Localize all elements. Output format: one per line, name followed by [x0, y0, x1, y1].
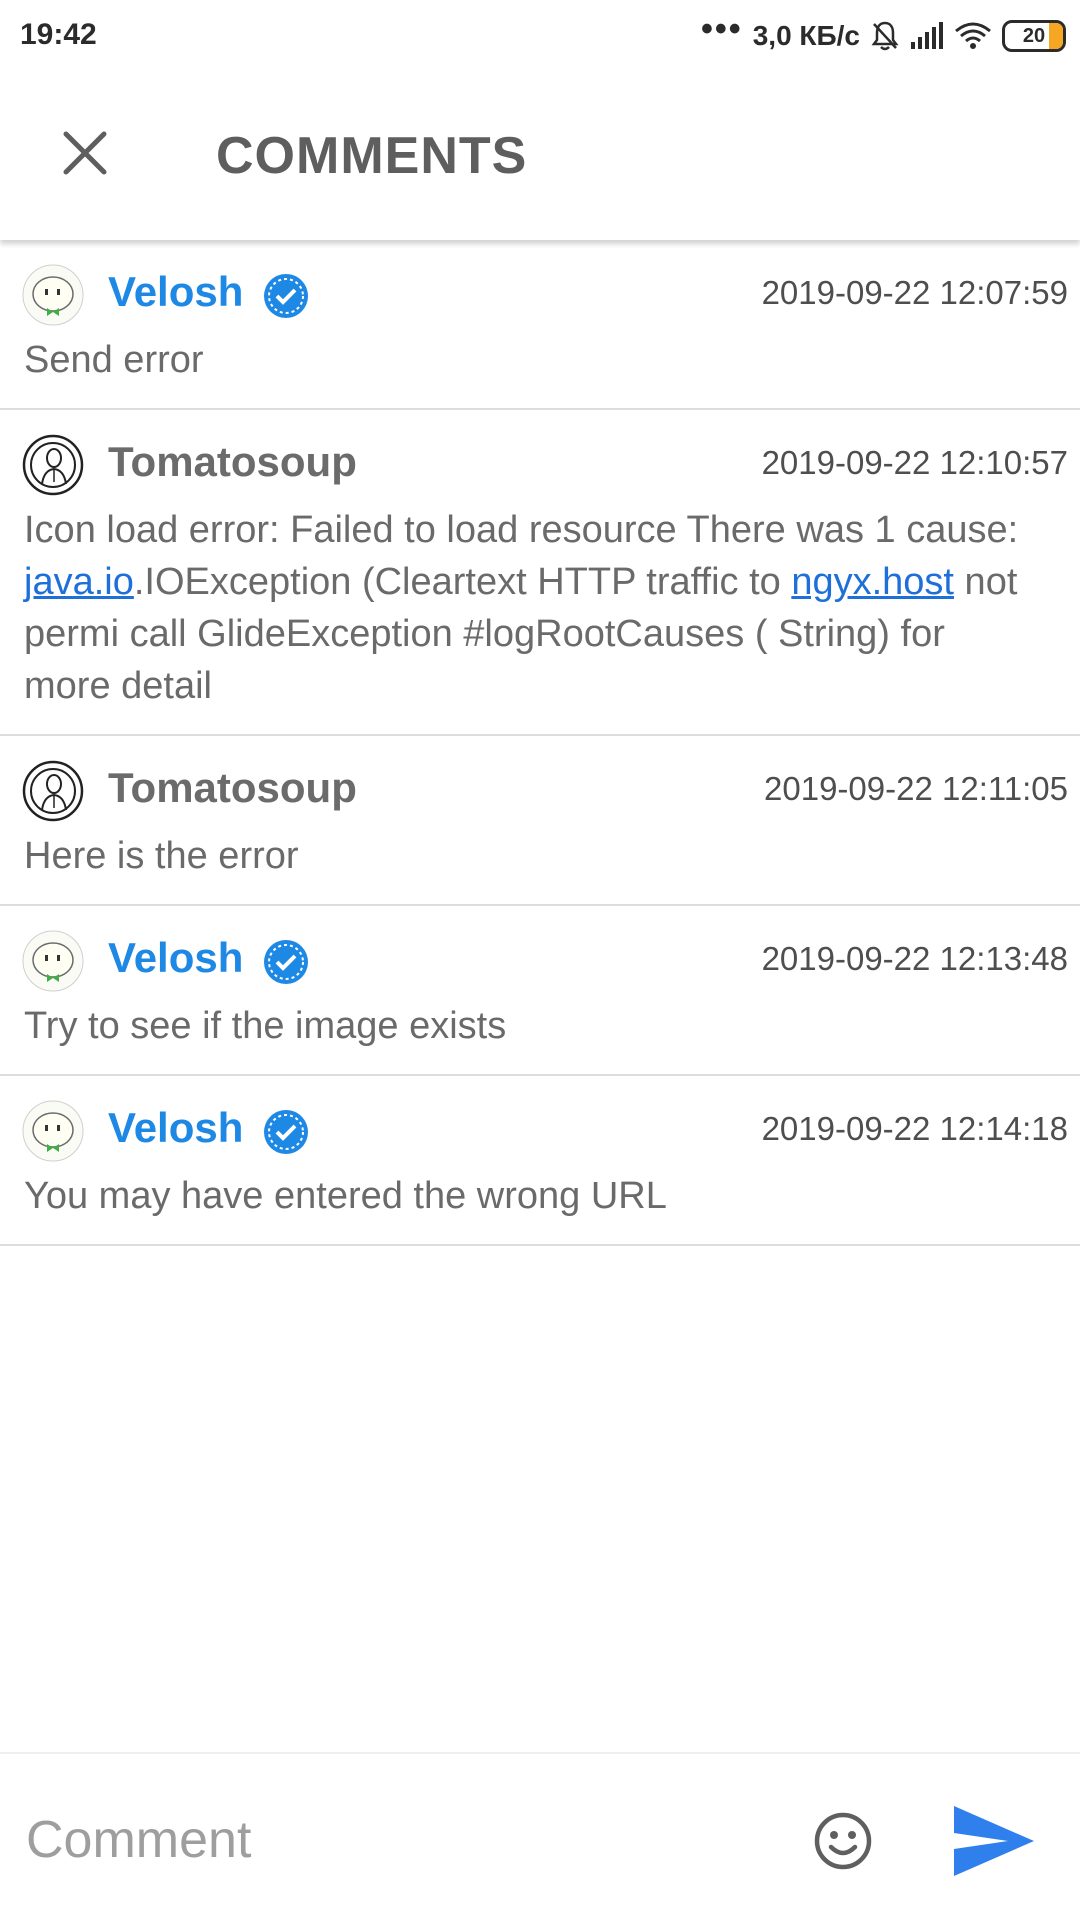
comment-link[interactable]: java.io [24, 561, 134, 603]
avatar[interactable] [22, 760, 84, 822]
network-speed: 3,0 КБ/с [752, 20, 860, 51]
comment-author[interactable]: Velosh [108, 1104, 243, 1152]
avatar[interactable] [22, 264, 84, 326]
comment-input[interactable] [24, 1794, 768, 1886]
comment-text-part: .IOException (Cleartext HTTP traffic to [133, 561, 792, 603]
wifi-icon [955, 22, 991, 49]
comment-item: Velosh 2019-09-22 12:13:48 Try to see if… [0, 906, 1080, 1076]
comment-item: Tomatosoup 2019-09-22 12:10:57 Icon load… [0, 410, 1080, 736]
avatar[interactable] [22, 930, 84, 992]
bell-muted-icon [871, 21, 899, 51]
avatar[interactable] [22, 1100, 84, 1162]
comment-timestamp: 2019-09-22 12:10:57 [761, 444, 1068, 481]
comment-author[interactable]: Tomatosoup [108, 764, 357, 812]
comment-timestamp: 2019-09-22 12:14:18 [761, 1110, 1068, 1147]
comment-item: Velosh 2019-09-22 12:14:18 You may have … [0, 1076, 1080, 1246]
top-app-bar: COMMENTS [0, 74, 1080, 240]
comment-list: Velosh 2019-09-22 12:07:59 Send error To… [0, 240, 1080, 1246]
comment-text: Icon load error: Failed to load resource… [0, 504, 1080, 712]
comment-timestamp: 2019-09-22 12:13:48 [761, 940, 1068, 977]
comment-item: Tomatosoup 2019-09-22 12:11:05 Here is t… [0, 736, 1080, 906]
comment-link[interactable]: ngyx.host [791, 561, 954, 603]
page-title: COMMENTS [216, 127, 528, 185]
status-icons: ••• 3,0 КБ/с 20 [701, 10, 1066, 56]
status-time: 19:42 [20, 18, 97, 51]
signal-icon [911, 22, 943, 49]
battery-level: 20 [1022, 24, 1046, 47]
verified-badge-icon [264, 1110, 308, 1154]
avatar[interactable] [22, 434, 84, 496]
status-bar: 19:42 ••• 3,0 КБ/с 20 [0, 0, 1080, 74]
comment-item: Velosh 2019-09-22 12:07:59 Send error [0, 240, 1080, 410]
comment-composer [0, 1752, 1080, 1922]
comment-timestamp: 2019-09-22 12:11:05 [764, 770, 1068, 807]
comment-author[interactable]: Velosh [108, 934, 243, 982]
comment-author[interactable]: Velosh [108, 268, 243, 316]
comment-timestamp: 2019-09-22 12:07:59 [761, 274, 1068, 311]
send-icon[interactable] [952, 1804, 1036, 1878]
more-notifications-icon: ••• [701, 10, 743, 48]
emoji-smile-icon[interactable] [812, 1810, 874, 1872]
close-icon[interactable] [58, 126, 112, 180]
comment-author[interactable]: Tomatosoup [108, 438, 357, 486]
verified-badge-icon [264, 274, 308, 318]
battery-icon: 20 [1002, 20, 1066, 52]
verified-badge-icon [264, 940, 308, 984]
